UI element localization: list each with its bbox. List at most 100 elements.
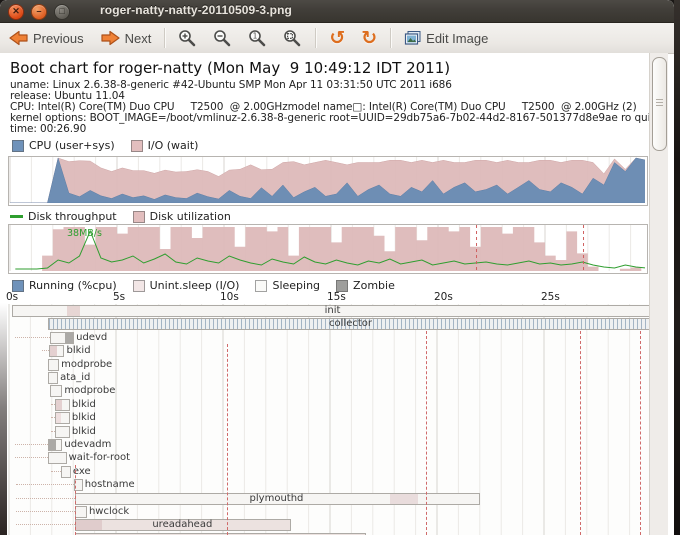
- process-bar: [47, 439, 63, 451]
- tree-connector: [42, 350, 49, 352]
- process-bar: [61, 465, 71, 478]
- tree-connector: [15, 444, 48, 445]
- process-label: blkid: [71, 398, 96, 410]
- legend-item: Disk throughput: [10, 210, 117, 223]
- next-label: Next: [124, 30, 152, 46]
- legend-item: I/O (wait): [130, 139, 198, 152]
- time-tick-label: 10s: [220, 291, 239, 303]
- tree-connector: [15, 457, 48, 459]
- process-row: modprobe: [8, 358, 656, 371]
- tree-connector: [16, 484, 75, 486]
- time-marker: [426, 330, 428, 535]
- legend-label: CPU (user+sys): [29, 139, 115, 152]
- close-button[interactable]: ✕: [8, 4, 24, 20]
- time-tick-label: 5s: [113, 291, 126, 303]
- rotate-left-icon: ↺: [329, 27, 346, 49]
- toolbar-separator: [315, 28, 317, 48]
- previous-button[interactable]: Previous: [1, 27, 91, 49]
- time-marker: [75, 464, 77, 535]
- time-marker: [580, 330, 582, 535]
- rotate-right-button[interactable]: ↻: [354, 27, 384, 49]
- process-row: wait-for-root: [8, 451, 656, 465]
- zoom-in-icon: [179, 30, 196, 47]
- process-label: ureadahead: [152, 519, 213, 531]
- vertical-scrollbar[interactable]: [649, 53, 668, 535]
- zoom-in-button[interactable]: [171, 26, 204, 50]
- process-label: blkid: [66, 345, 91, 357]
- cpu-legend: CPU (user+sys) I/O (wait): [12, 139, 214, 152]
- color-swatch: [12, 139, 24, 152]
- process-row: hostname: [8, 478, 656, 492]
- line-swatch: [10, 215, 23, 218]
- process-row: collector: [8, 317, 656, 331]
- process-row: exe: [8, 465, 656, 478]
- bootchart-title: Boot chart for roger-natty (Mon May 9 10…: [10, 59, 451, 77]
- window-title: roger-natty-natty-20110509-3.png: [100, 3, 292, 17]
- rotate-left-button[interactable]: ↺: [322, 27, 352, 49]
- color-swatch: [132, 210, 145, 223]
- scrollbar-thumb[interactable]: [652, 57, 667, 151]
- time-axis: 0s 5s 10s 15s 20s 25s: [0, 291, 656, 303]
- zoom-best-fit-icon: [284, 30, 301, 47]
- time-marker: [640, 330, 642, 535]
- process-bar: [75, 506, 87, 518]
- process-label: wait-for-root: [68, 452, 131, 464]
- image-canvas[interactable]: Boot chart for roger-natty (Mon May 9 10…: [0, 53, 656, 535]
- disk-legend: Disk throughput Disk utilization: [10, 210, 247, 223]
- color-swatch: [130, 139, 143, 152]
- previous-label: Previous: [33, 30, 84, 46]
- tree-connector: [16, 497, 76, 499]
- legend-label: Disk utilization: [149, 210, 231, 223]
- minimize-button[interactable]: –: [31, 4, 47, 20]
- process-row: blkid: [8, 398, 656, 411]
- process-row: udevd: [8, 331, 656, 344]
- maximize-button[interactable]: □: [54, 4, 70, 20]
- process-label: blkid: [71, 425, 96, 437]
- edit-image-label: Edit Image: [426, 30, 489, 46]
- process-row: plymouthd: [8, 492, 656, 505]
- zoom-out-button[interactable]: [206, 26, 239, 50]
- next-icon: [100, 30, 120, 46]
- svg-text:1: 1: [253, 32, 258, 41]
- left-edge-shadow: [0, 303, 7, 535]
- zoom-normal-icon: 1: [249, 30, 266, 47]
- time-tick-label: 15s: [327, 291, 346, 303]
- titlebar[interactable]: ✕ – □ roger-natty-natty-20110509-3.png: [0, 0, 674, 23]
- next-button[interactable]: Next: [93, 27, 159, 49]
- process-row: ata_id: [8, 371, 656, 384]
- zoom-best-fit-button[interactable]: [276, 26, 309, 50]
- zoom-out-icon: [214, 30, 231, 47]
- edit-image-icon: [405, 30, 421, 45]
- scrollbar-grip: [656, 102, 663, 103]
- process-label: udevadm: [64, 439, 112, 450]
- toolbar-separator: [390, 28, 392, 48]
- process-label: collector: [329, 318, 373, 330]
- cpu-chart: [8, 156, 648, 206]
- process-label: udevd: [76, 331, 108, 343]
- bootchart-kernel-options: kernel options: BOOT_IMAGE=/boot/vmlinuz…: [10, 112, 656, 124]
- process-row: hwclock: [8, 505, 656, 518]
- process-bar: [49, 345, 65, 358]
- zoom-normal-button[interactable]: 1: [241, 26, 274, 50]
- process-row: udevadm: [8, 438, 656, 451]
- desktop-edge: [674, 0, 680, 535]
- rotate-right-icon: ↻: [361, 27, 378, 49]
- previous-icon: [9, 30, 28, 46]
- bootchart-image: Boot chart for roger-natty (Mon May 9 10…: [0, 53, 656, 535]
- time-tick-label: 0s: [6, 291, 19, 303]
- tree-connector: [15, 336, 50, 338]
- time-tick-label: 20s: [434, 291, 453, 303]
- toolbar-separator: [164, 28, 166, 48]
- process-label: modprobe: [61, 358, 113, 370]
- toolbar: Previous Next 1 ↺ ↻ Edit Image: [0, 23, 674, 54]
- process-label: blkid: [71, 412, 96, 424]
- process-bar: [49, 331, 75, 344]
- image-viewer-window: ✕ – □ roger-natty-natty-20110509-3.png P…: [0, 0, 674, 535]
- edit-image-button[interactable]: Edit Image: [397, 27, 495, 50]
- process-label: plymouthd: [249, 492, 304, 504]
- process-bar-segment: [56, 413, 62, 424]
- process-bar: [47, 372, 59, 384]
- process-row: init: [8, 304, 656, 317]
- process-bar-segment: [64, 332, 74, 343]
- process-tree-chart: init collector udevd blkid modprobe ata_id mod…: [8, 304, 656, 535]
